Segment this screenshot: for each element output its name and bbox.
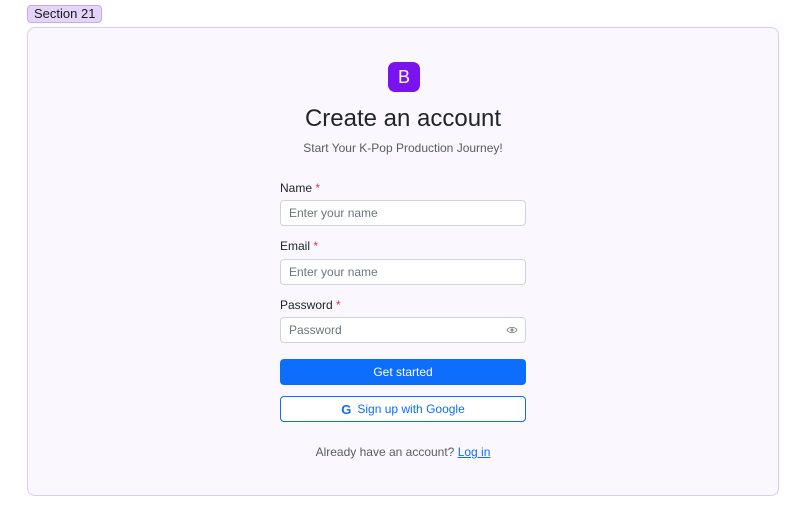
signup-card: B Create an account Start Your K-Pop Pro… xyxy=(27,27,779,496)
password-field-wrapper xyxy=(280,317,526,343)
name-input[interactable] xyxy=(280,200,526,226)
bootstrap-logo-icon: B xyxy=(388,62,420,92)
required-marker: * xyxy=(313,239,319,253)
required-marker: * xyxy=(336,298,341,312)
page-subtitle: Start Your K-Pop Production Journey! xyxy=(303,141,503,155)
google-signup-label: Sign up with Google xyxy=(357,402,465,416)
email-label: Email * xyxy=(280,238,318,254)
get-started-button[interactable]: Get started xyxy=(280,359,526,385)
section-tag: Section 21 xyxy=(27,5,103,23)
login-link[interactable]: Log in xyxy=(458,445,491,459)
password-label-text: Password xyxy=(280,298,333,312)
login-prompt-text: Already have an account? xyxy=(315,445,455,459)
email-label-text: Email xyxy=(280,239,311,253)
required-marker: * xyxy=(315,181,321,195)
google-icon: G xyxy=(341,401,352,417)
google-signup-button[interactable]: G Sign up with Google xyxy=(280,396,526,422)
page-title: Create an account xyxy=(304,105,502,132)
name-label: Name * xyxy=(280,180,320,196)
eye-icon[interactable] xyxy=(506,325,518,335)
email-input[interactable] xyxy=(280,259,526,285)
login-prompt: Already have an account? Log in xyxy=(28,444,778,460)
password-input[interactable] xyxy=(280,317,526,343)
password-label: Password * xyxy=(280,297,341,313)
name-label-text: Name xyxy=(280,181,313,195)
